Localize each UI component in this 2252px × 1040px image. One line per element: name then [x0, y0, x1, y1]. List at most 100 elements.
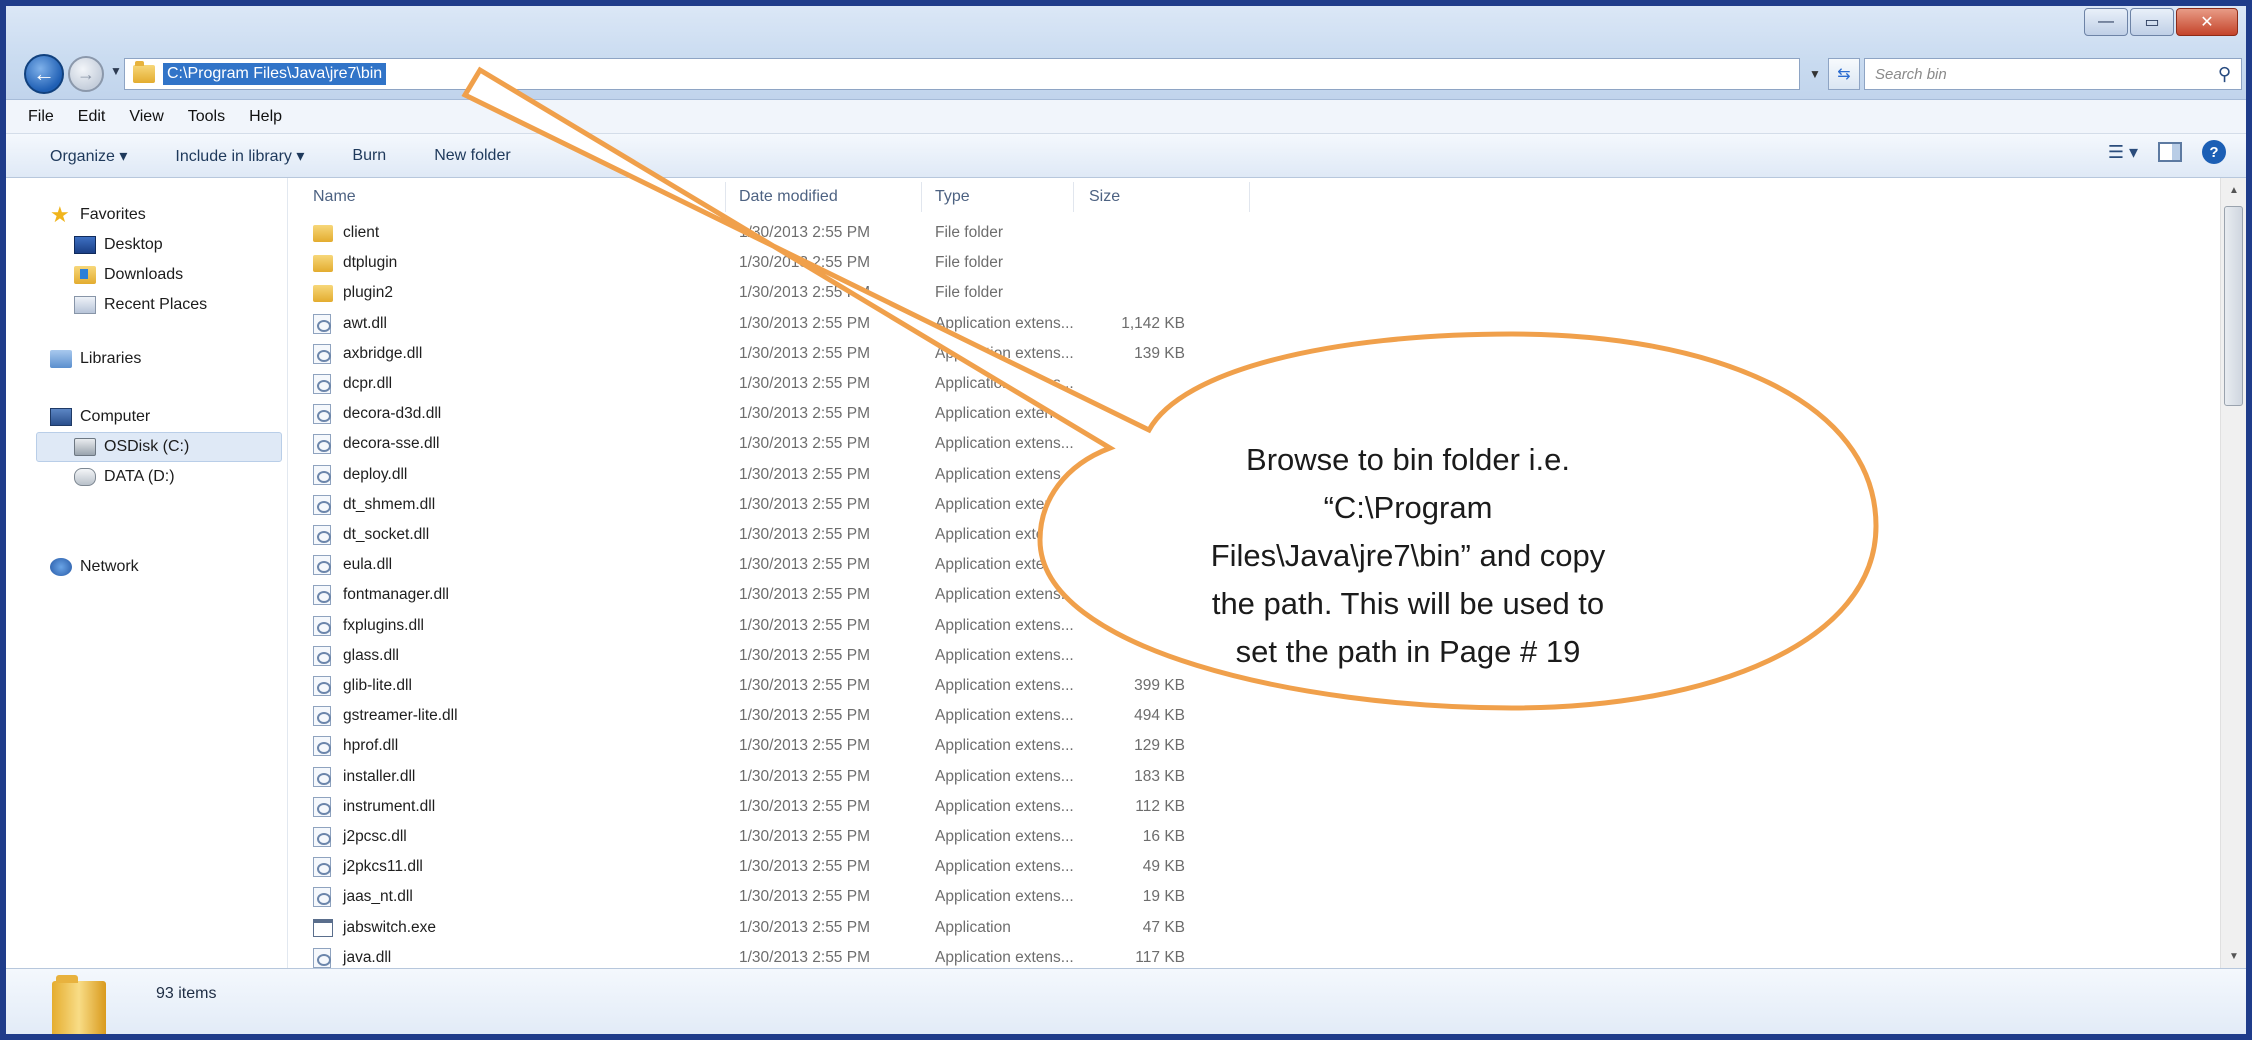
nav-recent-places[interactable]: Recent Places [74, 296, 207, 314]
file-row[interactable]: hprof.dll 1/30/2013 2:55 PM Application ex… [289, 731, 1249, 761]
forward-button[interactable]: → [68, 56, 104, 92]
file-row[interactable]: j2pcsc.dll 1/30/2013 2:55 PM Application e… [289, 822, 1249, 852]
address-bar[interactable]: C:\Program Files\Java\jre7\bin [124, 58, 1800, 90]
file-row[interactable]: eula.dll 1/30/2013 2:55 PM Application ext… [289, 550, 1249, 580]
file-name-cell[interactable]: installer.dll [313, 766, 415, 787]
file-name-cell[interactable]: eula.dll [313, 555, 392, 576]
column-size[interactable]: Size [1089, 188, 1120, 206]
nav-downloads[interactable]: Downloads [74, 266, 183, 284]
preview-pane-button[interactable] [2158, 142, 2182, 162]
file-name-cell[interactable]: hprof.dll [313, 736, 398, 757]
file-row[interactable]: plugin2 1/30/2013 2:55 PM File folder [289, 278, 1249, 308]
file-row[interactable]: glass.dll 1/30/2013 2:55 PM Application ex… [289, 641, 1249, 671]
file-name-cell[interactable]: dt_socket.dll [313, 525, 429, 545]
file-row[interactable]: glib-lite.dll 1/30/2013 2:55 PM Applicatio… [289, 671, 1249, 701]
menu-help[interactable]: Help [249, 108, 282, 126]
address-dropdown[interactable]: ▼ [1804, 58, 1826, 90]
file-name-cell[interactable]: deploy.dll [313, 464, 407, 485]
file-type: Application extens... [935, 948, 1074, 966]
file-row[interactable]: fontmanager.dll 1/30/2013 2:55 PM Applicat… [289, 580, 1249, 610]
file-name-cell[interactable]: j2pkcs11.dll [313, 857, 423, 878]
view-options-button[interactable]: ☰ ▾ [2108, 142, 2138, 163]
file-name-cell[interactable]: client [313, 224, 379, 242]
file-name-cell[interactable]: java.dll [313, 947, 392, 968]
scroll-up-arrow[interactable]: ▲ [2221, 178, 2246, 202]
nav-favorites[interactable]: ★ Favorites [50, 204, 146, 226]
nav-network[interactable]: Network [50, 558, 139, 576]
file-name-cell[interactable]: gstreamer-lite.dll [313, 706, 458, 727]
file-name-cell[interactable]: jabswitch.exe [313, 918, 436, 937]
file-name-cell[interactable]: decora-d3d.dll [313, 404, 441, 425]
new-folder-button[interactable]: New folder [434, 147, 510, 165]
file-name-cell[interactable]: glass.dll [313, 645, 399, 666]
file-row[interactable]: dt_socket.dll 1/30/2013 2:55 PM Applicatio… [289, 520, 1249, 550]
file-row[interactable]: dtplugin 1/30/2013 2:55 PM File folder [289, 248, 1249, 278]
file-row[interactable]: installer.dll 1/30/2013 2:55 PM Applicatio… [289, 762, 1249, 792]
recent-pages-dropdown[interactable]: ▼ [110, 64, 122, 78]
refresh-button[interactable]: ⇆ [1828, 58, 1860, 90]
menu-tools[interactable]: Tools [188, 108, 225, 126]
file-row[interactable]: jabswitch.exe 1/30/2013 2:55 PM Applicatio… [289, 913, 1249, 943]
file-row[interactable]: dcpr.dll 1/30/2013 2:55 PM Application ext… [289, 369, 1249, 399]
file-name-cell[interactable]: dtplugin [313, 254, 397, 272]
nav-computer[interactable]: Computer [50, 408, 150, 426]
file-row[interactable]: jaas_nt.dll 1/30/2013 2:55 PM Application … [289, 882, 1249, 912]
column-separator[interactable] [1073, 182, 1074, 212]
file-name-cell[interactable]: plugin2 [313, 284, 393, 302]
column-name[interactable]: Name [313, 188, 356, 206]
folder-icon [133, 61, 155, 83]
file-row[interactable]: axbridge.dll 1/30/2013 2:55 PM Application… [289, 339, 1249, 369]
file-row[interactable]: decora-d3d.dll 1/30/2013 2:55 PM Applicati… [289, 399, 1249, 429]
file-type: File folder [935, 254, 1004, 272]
file-row[interactable]: client 1/30/2013 2:55 PM File folder [289, 218, 1249, 248]
column-separator[interactable] [725, 182, 726, 212]
menu-edit[interactable]: Edit [78, 108, 106, 126]
file-row[interactable]: gstreamer-lite.dll 1/30/2013 2:55 PM Appli… [289, 701, 1249, 731]
maximize-button[interactable]: ▭ [2130, 8, 2174, 36]
minimize-button[interactable]: — [2084, 8, 2128, 36]
nav-data-drive[interactable]: DATA (D:) [74, 468, 175, 486]
nav-desktop[interactable]: Desktop [74, 236, 163, 254]
menu-view[interactable]: View [129, 108, 163, 126]
file-name-cell[interactable]: jaas_nt.dll [313, 887, 413, 908]
file-row[interactable]: awt.dll 1/30/2013 2:55 PM Application exte… [289, 309, 1249, 339]
file-name-cell[interactable]: instrument.dll [313, 796, 435, 817]
column-separator[interactable] [1249, 182, 1250, 212]
file-name-cell[interactable]: awt.dll [313, 313, 387, 334]
search-input[interactable]: Search bin [1875, 66, 1947, 83]
file-name-cell[interactable]: axbridge.dll [313, 343, 422, 364]
vertical-scrollbar[interactable]: ▲ ▼ [2220, 178, 2246, 968]
back-button[interactable]: ← [24, 54, 64, 94]
column-separator[interactable] [921, 182, 922, 212]
column-type[interactable]: Type [935, 188, 970, 206]
scroll-down-arrow[interactable]: ▼ [2221, 944, 2246, 968]
file-row[interactable]: deploy.dll 1/30/2013 2:55 PM Application e… [289, 460, 1249, 490]
nav-libraries[interactable]: Libraries [50, 350, 141, 368]
address-path[interactable]: C:\Program Files\Java\jre7\bin [163, 63, 387, 85]
column-date[interactable]: Date modified [739, 188, 838, 206]
menu-file[interactable]: File [28, 108, 54, 126]
file-name-cell[interactable]: glib-lite.dll [313, 676, 412, 696]
file-name-cell[interactable]: dt_shmem.dll [313, 494, 435, 515]
navigation-pane: ★ Favorites Desktop Downloads Recent Pla… [6, 178, 288, 968]
file-name: java.dll [343, 948, 392, 966]
file-row[interactable]: dt_shmem.dll 1/30/2013 2:55 PM Application… [289, 490, 1249, 520]
burn-button[interactable]: Burn [352, 147, 386, 165]
file-name-cell[interactable]: fxplugins.dll [313, 615, 424, 636]
file-name-cell[interactable]: dcpr.dll [313, 374, 392, 394]
file-name-cell[interactable]: decora-sse.dll [313, 434, 440, 455]
scrollbar-thumb[interactable] [2224, 206, 2243, 406]
file-row[interactable]: j2pkcs11.dll 1/30/2013 2:55 PM Application… [289, 852, 1249, 882]
file-row[interactable]: instrument.dll 1/30/2013 2:55 PM Applicati… [289, 792, 1249, 822]
include-in-library-button[interactable]: Include in library ▾ [175, 146, 304, 166]
file-name-cell[interactable]: j2pcsc.dll [313, 827, 407, 847]
search-box[interactable]: Search bin ⚲ [1864, 58, 2242, 90]
close-button[interactable]: ✕ [2176, 8, 2238, 36]
organize-button[interactable]: Organize ▾ [50, 146, 127, 166]
file-row[interactable]: decora-sse.dll 1/30/2013 2:55 PM Applicati… [289, 429, 1249, 459]
file-name-cell[interactable]: fontmanager.dll [313, 585, 449, 606]
file-size: 117 KB [1135, 948, 1185, 966]
file-row[interactable]: fxplugins.dll 1/30/2013 2:55 PM Applicatio… [289, 611, 1249, 641]
nav-osdisk[interactable]: OSDisk (C:) [74, 438, 189, 456]
help-button[interactable]: ? [2202, 140, 2226, 164]
